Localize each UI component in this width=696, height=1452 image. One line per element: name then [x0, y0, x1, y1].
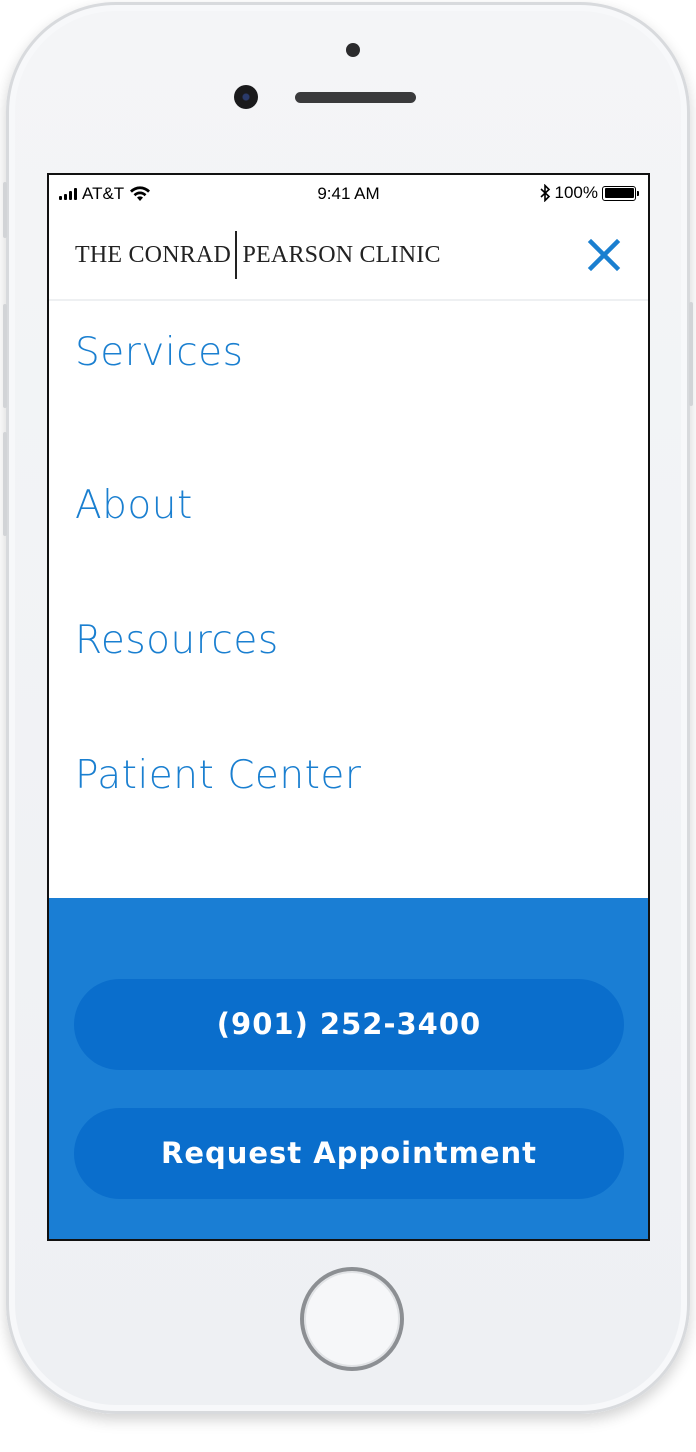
front-camera: [234, 85, 258, 109]
proximity-sensor: [346, 43, 360, 57]
nav-item-resources[interactable]: Resources: [49, 567, 648, 702]
logo-text-right: PEARSON CLINIC: [242, 241, 441, 268]
clinic-logo[interactable]: THE CONRAD PEARSON CLINIC: [75, 231, 441, 279]
main-nav: Services About Resources Patient Center: [49, 301, 648, 837]
earpiece-speaker: [295, 92, 416, 103]
nav-item-patient-center[interactable]: Patient Center: [49, 702, 648, 837]
screen: AT&T 9:41 AM 100% THE CONRAD PEARSON CLI…: [47, 173, 650, 1241]
nav-item-about[interactable]: About: [49, 432, 648, 567]
volume-down-button: [3, 432, 7, 536]
bluetooth-icon: [539, 184, 550, 202]
home-button[interactable]: [300, 1267, 404, 1371]
logo-divider: [235, 231, 237, 279]
request-appointment-button[interactable]: Request Appointment: [74, 1108, 624, 1199]
status-bar: AT&T 9:41 AM 100%: [49, 175, 648, 211]
status-right: 100%: [539, 183, 639, 203]
cta-panel: (901) 252-3400 Request Appointment: [49, 898, 648, 1239]
nav-item-services[interactable]: Services: [49, 301, 648, 432]
call-phone-button[interactable]: (901) 252-3400: [74, 979, 624, 1070]
power-button: [689, 302, 693, 406]
site-header: THE CONRAD PEARSON CLINIC: [49, 211, 648, 301]
mute-switch: [3, 182, 7, 238]
close-menu-button[interactable]: [586, 237, 622, 273]
battery-percent: 100%: [554, 183, 598, 202]
close-icon: [587, 238, 621, 272]
logo-text-left: THE CONRAD: [75, 241, 231, 268]
battery-icon: [602, 185, 639, 201]
volume-up-button: [3, 304, 7, 408]
